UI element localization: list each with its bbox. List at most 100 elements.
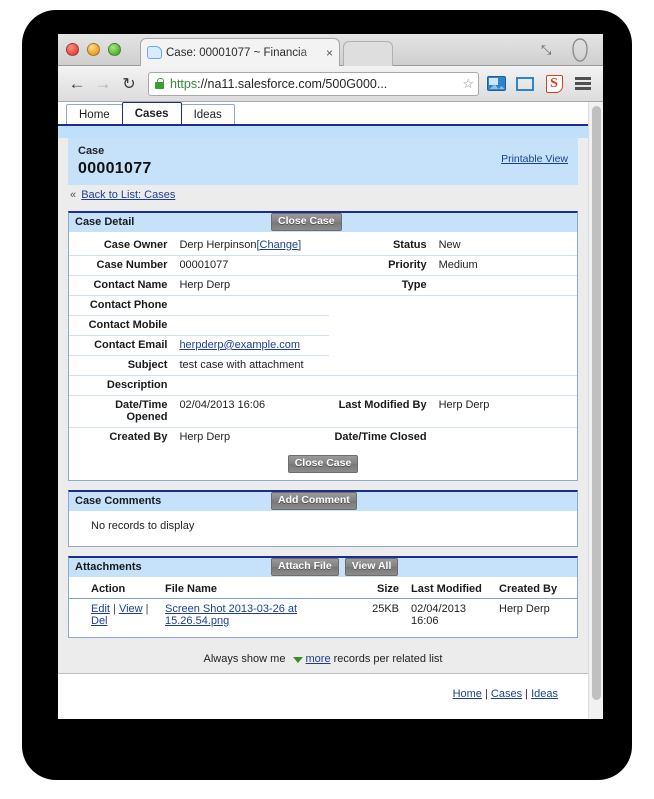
table-row: Description — [69, 375, 577, 396]
page-title: Case 00001077 Printable View — [68, 138, 578, 185]
chevron-down-icon[interactable] — [292, 656, 303, 663]
field-label-created-by: Created By — [109, 430, 168, 443]
case-comments-panel: Case Comments Add Comment No records to … — [68, 489, 578, 547]
field-value-description — [175, 375, 577, 396]
column-header-size: Size — [361, 576, 403, 599]
table-row: Case Owner Derp Herpinson[Change] Status… — [69, 235, 577, 256]
attach-file-button[interactable]: Attach File — [271, 558, 339, 577]
add-comment-button[interactable]: Add Comment — [271, 492, 357, 511]
case-detail-header: Case Detail Close Case — [69, 212, 577, 232]
column-header-file-name: File Name — [161, 576, 361, 599]
bookmark-star-icon[interactable]: ☆ — [462, 76, 474, 92]
field-label-case-owner: Case Owner — [69, 235, 176, 256]
screen-capture-icon[interactable] — [513, 72, 537, 96]
skitch-letter: S — [545, 74, 563, 93]
chrome-menu-icon[interactable] — [571, 72, 595, 96]
sidebar-item-home[interactable]: Home — [66, 104, 123, 124]
skitch-icon[interactable]: S — [542, 72, 566, 96]
lock-icon — [154, 77, 165, 90]
field-value-blank-2 — [435, 315, 577, 335]
page-scrollbar[interactable] — [588, 102, 603, 719]
table-row: Edit | View | Del Screen Shot 2013-03-26… — [69, 598, 577, 637]
minimize-window-button[interactable] — [87, 43, 100, 56]
row-actions: Edit | View | Del — [91, 602, 149, 627]
view-all-button[interactable]: View All — [344, 558, 399, 577]
browser-window: Case: 00001077 ~ Financia × ⤡ ← → ↻ http… — [58, 34, 603, 719]
back-to-list-link[interactable]: Back to List: Cases — [81, 189, 175, 201]
field-label-datetime-opened: Date/Time Opened — [69, 395, 176, 428]
field-label-contact-name: Contact Name — [69, 275, 176, 296]
more-records-link[interactable]: more — [306, 653, 331, 665]
photo-icon[interactable] — [484, 72, 508, 96]
salesforce-tab-strip: Home Cases Ideas — [58, 102, 588, 126]
field-value-contact-name: Herp Derp — [175, 275, 330, 296]
table-row: Contact Mobile — [69, 315, 577, 336]
scrollbar-thumb[interactable] — [592, 106, 601, 700]
records-per-list-label: records per related list — [333, 652, 443, 665]
field-value-subject: test case with attachment — [175, 355, 577, 376]
close-case-button-bottom[interactable]: Close Case — [287, 454, 359, 473]
field-value-datetime-closed — [435, 427, 577, 447]
attachment-file-link[interactable]: Screen Shot 2013-03-26 at 15.26.54.png — [165, 603, 297, 627]
close-icon[interactable]: × — [326, 47, 333, 59]
browser-tab[interactable]: Case: 00001077 ~ Financia × — [140, 38, 340, 66]
close-case-button-top[interactable]: Close Case — [271, 213, 342, 232]
field-label-status: Status — [329, 235, 435, 256]
attachments-table: Action File Name Size Last Modified Crea… — [69, 576, 577, 637]
field-label-datetime-closed: Date/Time Closed — [334, 430, 427, 443]
new-tab-button[interactable] — [343, 41, 393, 66]
address-bar[interactable]: https ://na11.salesforce.com/500G000... … — [148, 71, 479, 96]
field-value-contact-phone — [175, 295, 330, 316]
table-row: Date/Time Opened 02/04/2013 16:06 Last M… — [69, 395, 577, 428]
field-label-last-modified-by: Last Modified By — [329, 395, 435, 428]
view-link[interactable]: View — [119, 603, 143, 615]
records-per-list-control: Always show me more records per related … — [68, 647, 578, 675]
field-value-contact-email: herpderp@example.com — [175, 335, 330, 356]
delete-link[interactable]: Del — [91, 615, 108, 627]
cell-file-name: Screen Shot 2013-03-26 at 15.26.54.png — [161, 598, 361, 637]
case-detail-actions: Close Case — [69, 447, 577, 480]
contact-email-link[interactable]: herpderp@example.com — [179, 339, 300, 351]
breadcrumb: « Back to List: Cases — [68, 185, 578, 211]
field-value-datetime-opened: 02/04/2013 16:06 — [175, 395, 330, 428]
forward-button[interactable]: → — [92, 73, 114, 95]
reload-button[interactable]: ↻ — [118, 73, 140, 95]
record-type-label: Case — [78, 145, 105, 157]
salesforce-page: Home Cases Ideas Case 00001077 Printable… — [58, 102, 588, 719]
case-comments-title: Case Comments — [75, 495, 162, 508]
table-row: Subject test case with attachment — [69, 355, 577, 376]
sidebar-item-ideas[interactable]: Ideas — [180, 104, 235, 124]
field-value-blank-1 — [435, 295, 577, 315]
sidebar-item-cases[interactable]: Cases — [121, 102, 182, 124]
field-value-case-owner: Derp Herpinson[Change] — [175, 235, 330, 256]
fullscreen-icon[interactable]: ⤡ — [541, 42, 557, 58]
table-row: Close Case — [69, 447, 577, 480]
table-row: Case Number 00001077 Priority Medium — [69, 255, 577, 276]
cell-last-modified: 02/04/2013 16:06 — [411, 602, 467, 627]
field-value-status: New — [434, 235, 577, 256]
table-row: Created By Herp Derp Date/Time Closed — [69, 427, 577, 447]
footer-link-ideas[interactable]: Ideas — [531, 688, 558, 700]
field-value-case-number: 00001077 — [175, 255, 330, 276]
printable-view-link[interactable]: Printable View — [501, 145, 568, 165]
back-button[interactable]: ← — [66, 73, 88, 95]
edit-link[interactable]: Edit — [91, 603, 110, 615]
field-label-priority: Priority — [329, 255, 435, 276]
field-label-type: Type — [329, 275, 435, 296]
table-header-row: Action File Name Size Last Modified Crea… — [69, 576, 577, 599]
zoom-window-button[interactable] — [108, 43, 121, 56]
column-header-created-by: Created By — [491, 576, 577, 599]
footer-link-home[interactable]: Home — [453, 688, 482, 700]
record-number: 00001077 — [78, 159, 152, 177]
change-owner-link[interactable]: [Change] — [256, 239, 301, 251]
footer-link-cases[interactable]: Cases — [491, 688, 522, 700]
cell-created-by: Herp Derp — [499, 602, 550, 615]
attachments-panel: Attachments Attach File View All Action … — [68, 555, 578, 638]
field-value-priority: Medium — [434, 255, 577, 276]
profile-avatar-icon[interactable] — [567, 36, 593, 66]
table-row: Contact Name Herp Derp Type — [69, 275, 577, 296]
close-window-button[interactable] — [66, 43, 79, 56]
browser-toolbar: ← → ↻ https ://na11.salesforce.com/500G0… — [58, 66, 603, 102]
field-label-contact-mobile: Contact Mobile — [69, 315, 176, 336]
case-comments-empty-text: No records to display — [91, 519, 195, 532]
